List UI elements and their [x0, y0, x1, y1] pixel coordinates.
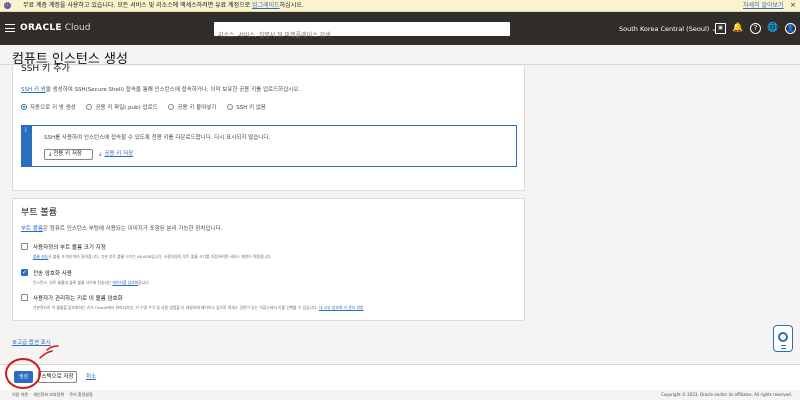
title-divider: [0, 64, 800, 65]
customer-managed-key-label: 사용자가 관리하는 키로 이 볼륨 암호화: [33, 296, 123, 302]
radio-unselected-icon: [227, 104, 234, 110]
globe-icon[interactable]: 🌐: [767, 23, 778, 34]
volume-performance-link[interactable]: 볼륨 성능: [33, 254, 48, 259]
lifebuoy-icon: [778, 332, 788, 342]
help-text: 은 볼륨 크기에 따라 달라집니다. 기본 부트 볼륨 크기는 46.6GB입니…: [48, 254, 272, 259]
info-icon: i: [25, 127, 27, 134]
radio-upload-public-key[interactable]: 공용 키 파일(.pub) 업로드: [86, 103, 158, 111]
logo-text: ORACLE: [20, 23, 62, 33]
help-text: 인스턴스, 부트 볼륨과 블록 볼륨 사이에 전송되는: [33, 280, 113, 285]
close-icon[interactable]: ×: [790, 0, 796, 11]
ssh-key-options: 자동으로 키 쌍 생성 공용 키 파일(.pub) 업로드 공용 키 붙여넣기 …: [21, 103, 275, 113]
radio-no-ssh-key[interactable]: SSH 키 없음: [227, 103, 266, 111]
top-navbar: ORACLE Cloud South Korea Central (Seoul)…: [0, 12, 800, 45]
radio-label: 자동으로 키 쌍 생성: [30, 105, 76, 111]
radio-label: SSH 키 없음: [236, 105, 266, 111]
custom-boot-size-help: 볼륨 성능은 볼륨 크기에 따라 달라집니다. 기본 부트 볼륨 크기는 46.…: [33, 254, 271, 260]
download-icon: ⤓: [99, 151, 102, 157]
boot-volume-section: 부트 볼륨 부트 볼륨은 컴퓨트 인스턴스 부팅에 사용되는 이미지가 포함된 …: [12, 198, 525, 321]
save-public-key-link[interactable]: 공용 키 저장: [104, 151, 133, 157]
ssh-section-heading: SSH 키 추가: [21, 64, 70, 74]
copyright-text: Copyright © 2023, Oracle and/or its affi…: [661, 392, 792, 397]
profile-icon[interactable]: 👤: [785, 23, 796, 34]
ssh-info-text: SSH를 사용하여 인스턴스에 접속할 수 있도록 전용 키를 다운로드합니다.…: [44, 135, 271, 141]
annotation-circle: [5, 358, 41, 389]
boot-section-heading: 부트 볼륨: [21, 208, 57, 218]
radio-paste-public-key[interactable]: 공용 키 붙여넣기: [168, 103, 216, 111]
help-text-suffix: 합니다.: [138, 280, 150, 285]
page-footer: 이용 약관 개인정보 보호정책 쿠키 환경설정 Copyright © 2023…: [0, 390, 800, 400]
terms-link[interactable]: 이용 약관: [12, 392, 28, 397]
radio-unselected-icon: [168, 104, 175, 110]
save-as-stack-button[interactable]: 스택으로 저장: [38, 371, 77, 383]
cookie-preferences-link[interactable]: 쿠키 환경설정: [69, 392, 92, 397]
in-transit-encryption-checkbox[interactable]: ✓: [21, 269, 28, 276]
manage-encryption-key-link[interactable]: 내 고유 암호화 키 관리 방법: [319, 305, 363, 310]
save-public-key-link-wrap: ⤓ 공용 키 저장: [99, 149, 133, 160]
cloud-shell-icon[interactable]: ▣: [715, 23, 726, 34]
radio-unselected-icon: [86, 104, 93, 110]
ssh-key-pair-link[interactable]: SSH 키 쌍: [21, 87, 46, 93]
download-icon: ⤓: [49, 151, 52, 157]
learn-more-link[interactable]: 자세히 알아보기: [743, 0, 784, 11]
customer-managed-key-checkbox[interactable]: [21, 294, 28, 301]
footer-links: 이용 약관 개인정보 보호정책 쿠키 환경설정: [12, 390, 97, 400]
button-label: 전용 키 저장: [53, 151, 82, 157]
custom-boot-size-checkbox[interactable]: [21, 243, 28, 250]
ssh-desc-text: 을 생성하여 SSH(Secure Shell) 접속을 통해 인스턴스에 접속…: [45, 87, 301, 93]
privacy-link[interactable]: 개인정보 보호정책: [33, 392, 64, 397]
boot-desc-text: 은 컴퓨트 인스턴스 부팅에 사용되는 이미지가 포함된 분리 가능한 장치입니…: [43, 226, 223, 232]
info-bar: i: [22, 126, 32, 166]
radio-label: 공용 키 붙여넣기: [177, 105, 217, 111]
search-box[interactable]: [214, 22, 510, 43]
save-private-key-button[interactable]: ⤓ 전용 키 저장: [44, 149, 93, 160]
custom-boot-size-label: 사용자정의 부트 볼륨 크기 지정: [33, 245, 106, 251]
oracle-cloud-logo[interactable]: ORACLE Cloud: [20, 22, 90, 34]
promo-message-suffix: 하십시오.: [279, 2, 304, 9]
hamburger-menu-icon[interactable]: [5, 24, 15, 32]
ssh-section-description: SSH 키 쌍을 생성하여 SSH(Secure Shell) 접속을 통해 인…: [21, 85, 300, 93]
ssh-key-section: SSH 키 추가 SSH 키 쌍을 생성하여 SSH(Secure Shell)…: [12, 64, 525, 191]
encrypt-data-link[interactable]: 데이터를 암호화: [113, 280, 139, 285]
promo-banner: ⓘ 무료 계층 계정을 사용하고 있습니다. 모든 서비스 및 리소스에 액세스…: [0, 0, 800, 12]
region-selector[interactable]: South Korea Central (Seoul) ⌄: [619, 23, 717, 35]
action-bar: [0, 364, 800, 390]
ssh-info-box: i SSH를 사용하여 인스턴스에 접속할 수 있도록 전용 키를 다운로드합니…: [21, 125, 517, 167]
region-label: South Korea Central (Seoul): [619, 25, 710, 33]
help-icon[interactable]: ?: [750, 23, 761, 34]
help-lifebuoy-button[interactable]: [773, 325, 793, 352]
customer-managed-key-help: 기본적으로 이 볼륨을 암호화하는 키가 Oracle에서 관리되지만, 키 수…: [33, 305, 363, 311]
boot-volume-link[interactable]: 부트 볼륨: [21, 226, 43, 232]
logo-suffix: Cloud: [61, 23, 91, 33]
radio-generate-key-pair[interactable]: 자동으로 키 쌍 생성: [21, 103, 76, 111]
search-input[interactable]: [214, 28, 510, 43]
radio-label: 공용 키 파일(.pub) 업로드: [95, 105, 158, 111]
boot-section-description: 부트 볼륨은 컴퓨트 인스턴스 부팅에 사용되는 이미지가 포함된 분리 가능한…: [21, 224, 222, 232]
info-icon: ⓘ: [4, 2, 11, 9]
in-transit-encryption-help: 인스턴스, 부트 볼륨과 블록 볼륨 사이에 전송되는 데이터를 암호화합니다.: [33, 280, 150, 286]
upgrade-link[interactable]: 업그레이드: [252, 2, 280, 9]
radio-selected-icon: [21, 104, 27, 110]
promo-text: 무료 계층 계정을 사용하고 있습니다. 모든 서비스 및 리소스에 액세스하려…: [23, 0, 304, 11]
bell-icon[interactable]: 🔔: [732, 23, 743, 34]
annotation-strokes: [39, 345, 59, 359]
in-transit-encryption-label: 전송 암호화 사용: [33, 271, 72, 277]
help-text: 기본적으로 이 볼륨을 암호화하는 키가 Oracle에서 관리되지만, 키 수…: [33, 305, 319, 310]
menu-lines-icon: [781, 345, 786, 349]
promo-message: 무료 계층 계정을 사용하고 있습니다. 모든 서비스 및 리소스에 액세스하려…: [23, 2, 253, 9]
cancel-link[interactable]: 취소: [86, 371, 96, 383]
